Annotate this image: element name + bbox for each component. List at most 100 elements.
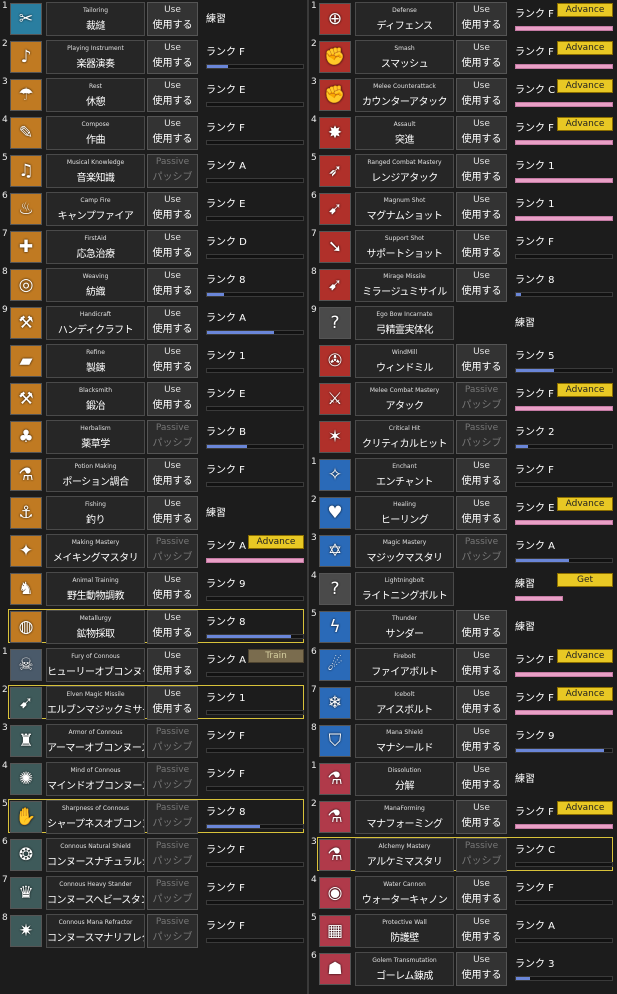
use-button[interactable]: Use 使用する bbox=[456, 192, 507, 226]
use-button[interactable]: Use 使用する bbox=[147, 230, 198, 264]
fury-beast-icon[interactable]: ☠ bbox=[10, 649, 42, 681]
natural-shield-icon[interactable]: ❂ bbox=[10, 839, 42, 871]
assault-burst-icon[interactable]: ✸ bbox=[319, 117, 351, 149]
campfire-icon[interactable]: ♨ bbox=[10, 193, 42, 225]
use-button[interactable]: Use 使用する bbox=[456, 2, 507, 36]
use-button[interactable]: Use 使用する bbox=[456, 78, 507, 112]
armor-connous-icon[interactable]: ♜ bbox=[10, 725, 42, 757]
anvil-icon[interactable]: ⚒ bbox=[10, 383, 42, 415]
use-button[interactable]: Use 使用する bbox=[147, 458, 198, 492]
use-button[interactable]: Use 使用する bbox=[456, 496, 507, 530]
windmill-icon[interactable]: ✇ bbox=[319, 345, 351, 377]
question-mark-icon[interactable]: ? bbox=[319, 573, 351, 605]
elven-missile-icon[interactable]: ➹ bbox=[10, 687, 42, 719]
advance-button[interactable]: Advance bbox=[557, 801, 613, 815]
use-button[interactable]: Use 使用する bbox=[147, 610, 198, 644]
use-button[interactable]: Use 使用する bbox=[456, 952, 507, 986]
mirage-missile-icon[interactable]: ➹ bbox=[319, 269, 351, 301]
use-button[interactable]: Use 使用する bbox=[456, 686, 507, 720]
mind-connous-icon[interactable]: ✺ bbox=[10, 763, 42, 795]
use-button[interactable]: Use 使用する bbox=[456, 344, 507, 378]
dissolution-flask-icon[interactable]: ⚗ bbox=[319, 763, 351, 795]
use-button[interactable]: Use 使用する bbox=[456, 914, 507, 948]
hexagram-icon[interactable]: ✡ bbox=[319, 535, 351, 567]
scissors-icon[interactable]: ✂ bbox=[10, 3, 42, 35]
use-button[interactable]: Use 使用する bbox=[147, 306, 198, 340]
use-button[interactable]: Use 使用する bbox=[147, 40, 198, 74]
advance-button[interactable]: Advance bbox=[557, 3, 613, 17]
advance-button[interactable]: Advance bbox=[557, 79, 613, 93]
heavy-stander-icon[interactable]: ♛ bbox=[10, 877, 42, 909]
advance-button[interactable]: Advance bbox=[557, 687, 613, 701]
metallurgy-sieve-icon[interactable]: ◍ bbox=[10, 611, 42, 643]
advance-button[interactable]: Advance bbox=[557, 649, 613, 663]
herb-clover-icon[interactable]: ♣ bbox=[10, 421, 42, 453]
bow-icon[interactable]: ➶ bbox=[319, 155, 351, 187]
bandage-icon[interactable]: ✚ bbox=[10, 231, 42, 263]
advance-button[interactable]: Advance bbox=[557, 41, 613, 55]
support-arrow-icon[interactable]: ➘ bbox=[319, 231, 351, 263]
animal-dog-icon[interactable]: ♞ bbox=[10, 573, 42, 605]
use-button[interactable]: Use 使用する bbox=[456, 724, 507, 758]
advance-button[interactable]: Advance bbox=[248, 535, 304, 549]
water-cannon-icon[interactable]: ◉ bbox=[319, 877, 351, 909]
use-button[interactable]: Use 使用する bbox=[456, 268, 507, 302]
manaforming-flask-icon[interactable]: ⚗ bbox=[319, 801, 351, 833]
compose-quill-icon[interactable]: ✎ bbox=[10, 117, 42, 149]
use-button[interactable]: Use 使用する bbox=[456, 230, 507, 264]
music-scroll-icon[interactable]: ♫ bbox=[10, 155, 42, 187]
advance-button[interactable]: Advance bbox=[557, 497, 613, 511]
use-button[interactable]: Use 使用する bbox=[147, 496, 198, 530]
rest-umbrella-icon[interactable]: ☂ bbox=[10, 79, 42, 111]
alchemy-flask-icon[interactable]: ⚗ bbox=[319, 839, 351, 871]
firebolt-icon[interactable]: ☄ bbox=[319, 649, 351, 681]
progress-bar bbox=[206, 710, 304, 715]
use-button[interactable]: Use 使用する bbox=[456, 800, 507, 834]
use-button[interactable]: Use 使用する bbox=[456, 648, 507, 682]
use-button[interactable]: Use 使用する bbox=[456, 876, 507, 910]
use-button[interactable]: Use 使用する bbox=[456, 40, 507, 74]
defense-shield-icon[interactable]: ⊕ bbox=[319, 3, 351, 35]
use-button[interactable]: Use 使用する bbox=[456, 154, 507, 188]
crossed-swords-icon[interactable]: ⚔ bbox=[319, 383, 351, 415]
use-button[interactable]: Use 使用する bbox=[147, 382, 198, 416]
get-button[interactable]: Get bbox=[557, 573, 613, 587]
enchant-sparkle-icon[interactable]: ✧ bbox=[319, 459, 351, 491]
smash-fist-icon[interactable]: ✊ bbox=[319, 41, 351, 73]
critical-hit-icon[interactable]: ✶ bbox=[319, 421, 351, 453]
counterattack-fist-icon[interactable]: ✊ bbox=[319, 79, 351, 111]
making-tools-icon[interactable]: ✦ bbox=[10, 535, 42, 567]
advance-button[interactable]: Advance bbox=[557, 117, 613, 131]
train-button[interactable]: Train bbox=[248, 649, 304, 663]
sharpness-claw-icon[interactable]: ✋ bbox=[10, 801, 42, 833]
question-mark-icon[interactable]: ? bbox=[319, 307, 351, 339]
healing-heart-icon[interactable]: ♥ bbox=[319, 497, 351, 529]
potion-flask-icon[interactable]: ⚗ bbox=[10, 459, 42, 491]
use-button[interactable]: Use 使用する bbox=[456, 458, 507, 492]
thunder-icon[interactable]: ϟ bbox=[319, 611, 351, 643]
use-button[interactable]: Use 使用する bbox=[147, 116, 198, 150]
use-button[interactable]: Use 使用する bbox=[456, 762, 507, 796]
advance-button[interactable]: Advance bbox=[557, 383, 613, 397]
icebolt-icon[interactable]: ❄ bbox=[319, 687, 351, 719]
use-button[interactable]: Use 使用する bbox=[147, 344, 198, 378]
mana-shield-icon[interactable]: ⛉ bbox=[319, 725, 351, 757]
use-button[interactable]: Use 使用する bbox=[147, 78, 198, 112]
mana-reflector-icon[interactable]: ✷ bbox=[10, 915, 42, 947]
lute-icon[interactable]: ♪ bbox=[10, 41, 42, 73]
use-button[interactable]: Use 使用する bbox=[147, 572, 198, 606]
use-button[interactable]: Use 使用する bbox=[147, 268, 198, 302]
yarn-ball-icon[interactable]: ◎ bbox=[10, 269, 42, 301]
use-button[interactable]: Use 使用する bbox=[147, 2, 198, 36]
use-button[interactable]: Use 使用する bbox=[147, 192, 198, 226]
use-button[interactable]: Use 使用する bbox=[147, 686, 198, 720]
golem-icon[interactable]: ☗ bbox=[319, 953, 351, 985]
use-button[interactable]: Use 使用する bbox=[456, 116, 507, 150]
handicraft-icon[interactable]: ⚒ bbox=[10, 307, 42, 339]
refine-ingot-icon[interactable]: ▰ bbox=[10, 345, 42, 377]
use-button[interactable]: Use 使用する bbox=[456, 610, 507, 644]
use-button[interactable]: Use 使用する bbox=[147, 648, 198, 682]
fishing-rod-icon[interactable]: ⚓ bbox=[10, 497, 42, 529]
protective-wall-icon[interactable]: ▦ bbox=[319, 915, 351, 947]
magnum-arrow-icon[interactable]: ➹ bbox=[319, 193, 351, 225]
